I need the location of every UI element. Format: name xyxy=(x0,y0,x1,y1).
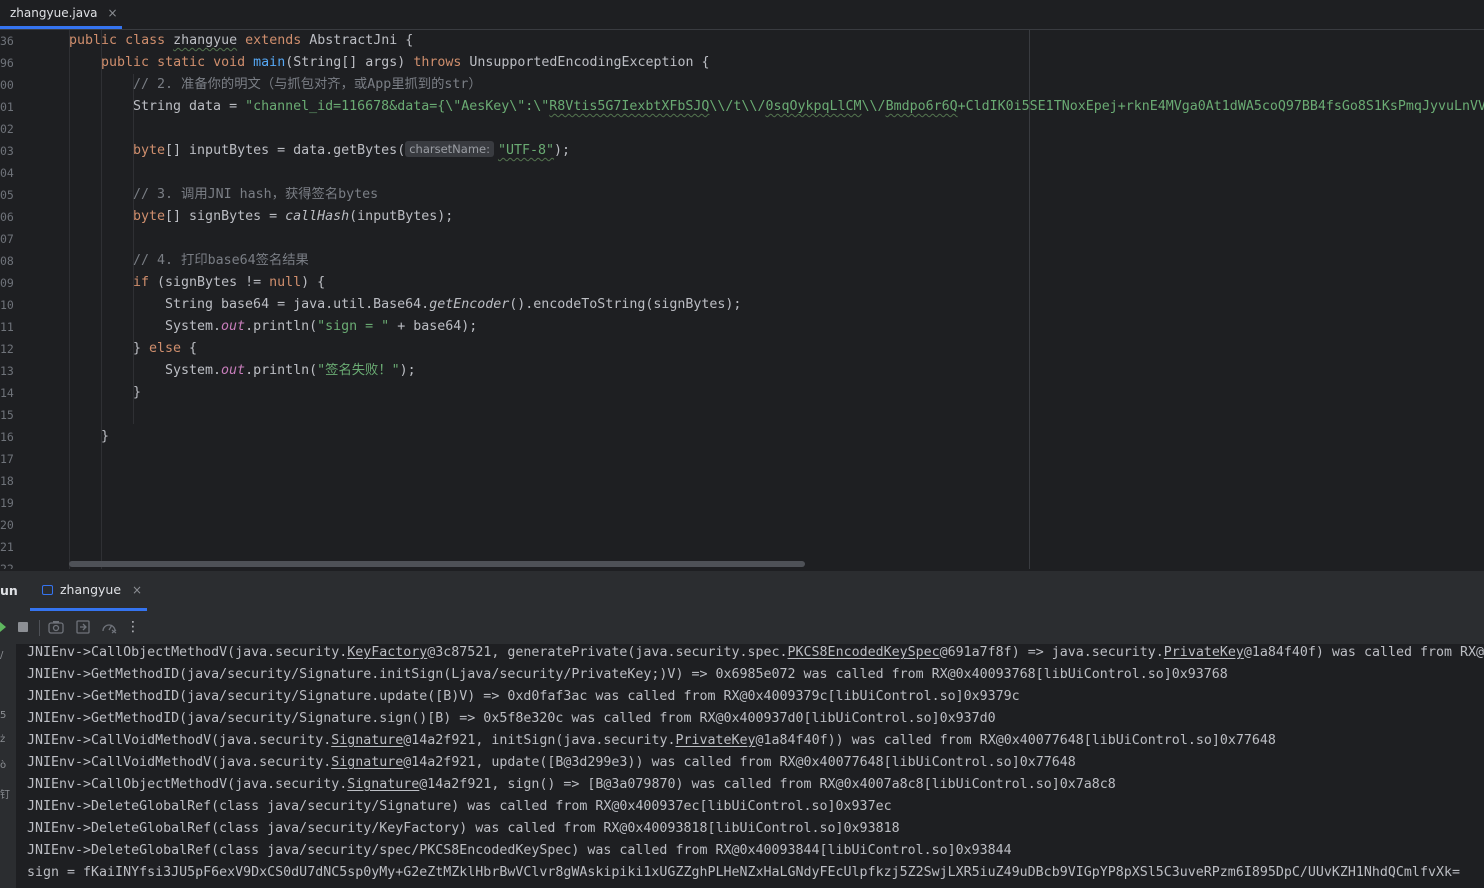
more-options-icon[interactable]: ⋮ xyxy=(126,619,140,635)
line-number: 01 xyxy=(0,100,14,114)
line-number: 21 xyxy=(0,540,14,554)
line-number: 04 xyxy=(0,166,14,180)
console-line: JNIEnv->DeleteGlobalRef(class java/secur… xyxy=(27,843,1012,858)
sidebar-mark[interactable]: 5 xyxy=(0,710,6,721)
right-margin-guide xyxy=(1029,30,1030,569)
line-number: 08 xyxy=(0,254,14,268)
code-line: String base64 = java.util.Base64.getEnco… xyxy=(165,297,742,312)
code-line: byte[] signBytes = callHash(inputBytes); xyxy=(133,209,454,224)
gauge-icon[interactable] xyxy=(101,619,117,635)
line-number: 36 xyxy=(0,34,14,48)
parameter-hint: charsetName: xyxy=(405,141,494,157)
indent-guide xyxy=(133,74,134,424)
editor-tab-label: zhangyue.java xyxy=(10,6,98,20)
run-tab-zhangyue[interactable]: zhangyue × xyxy=(30,571,147,611)
run-toolbar: ⋮ xyxy=(0,611,1484,644)
line-number: 05 xyxy=(0,188,14,202)
close-icon[interactable]: × xyxy=(132,583,142,597)
horizontal-scrollbar[interactable] xyxy=(69,561,805,567)
console-line: JNIEnv->DeleteGlobalRef(class java/secur… xyxy=(27,821,900,836)
line-number: 00 xyxy=(0,78,14,92)
line-number: 10 xyxy=(0,298,14,312)
code-line: public static void main(String[] args) t… xyxy=(101,55,710,70)
console-line: JNIEnv->DeleteGlobalRef(class java/secur… xyxy=(27,799,892,814)
run-window-title: un xyxy=(0,583,18,598)
run-config-icon xyxy=(42,584,53,595)
console-text-area[interactable]: JNIEnv->CallObjectMethodV(java.security.… xyxy=(16,644,1484,888)
editor-tab-zhangyue-java[interactable]: zhangyue.java × xyxy=(0,0,122,29)
line-number: 02 xyxy=(0,122,14,136)
sidebar-mark[interactable]: ò xyxy=(0,760,6,771)
console-line: JNIEnv->GetMethodID(java/security/Signat… xyxy=(27,689,1020,704)
console-line: JNIEnv->CallObjectMethodV(java.security.… xyxy=(27,777,1116,792)
code-line: } xyxy=(101,429,110,444)
sidebar-mark[interactable]: / xyxy=(0,650,3,661)
console-line: JNIEnv->CallVoidMethodV(java.security.Si… xyxy=(27,733,1276,748)
code-area[interactable]: public class zhangyue extends AbstractJn… xyxy=(69,30,1484,569)
line-number: 17 xyxy=(0,452,14,466)
code-line: System.out.println("签名失败！"); xyxy=(165,363,416,378)
sidebar-mark[interactable]: 钉 xyxy=(0,786,10,801)
class-name: zhangyue xyxy=(173,33,238,48)
console-sidebar: / 5 ż ò 钉 xyxy=(0,644,16,888)
line-number: 20 xyxy=(0,518,14,532)
line-number: 06 xyxy=(0,210,14,224)
code-line: byte[] inputBytes = data.getBytes(charse… xyxy=(133,141,571,158)
console-line: JNIEnv->GetMethodID(java/security/Signat… xyxy=(27,667,1228,682)
line-number: 96 xyxy=(0,56,14,70)
line-number: 19 xyxy=(0,496,14,510)
editor-tab-bar: zhangyue.java × xyxy=(0,0,1484,30)
line-number: 12 xyxy=(0,342,14,356)
code-comment: // 3. 调用JNI hash，获得签名bytes xyxy=(133,187,379,202)
sidebar-mark[interactable]: ż xyxy=(0,734,5,745)
export-icon[interactable] xyxy=(76,619,90,635)
toolbar-divider xyxy=(39,620,40,636)
line-number: 18 xyxy=(0,474,14,488)
line-number: 03 xyxy=(0,144,14,158)
line-number: 22 xyxy=(0,562,14,569)
console-line: JNIEnv->CallObjectMethodV(java.security.… xyxy=(27,645,1484,660)
line-number: 16 xyxy=(0,430,14,444)
line-number: 14 xyxy=(0,386,14,400)
code-comment: // 2. 准备你的明文（与抓包对齐，或App里抓到的str） xyxy=(133,77,482,92)
indent-guide xyxy=(69,30,70,569)
close-icon[interactable]: × xyxy=(108,6,118,20)
code-line: String data = "channel_id=116678&data={\… xyxy=(133,99,1484,114)
code-line: if (signBytes != null) { xyxy=(133,275,326,290)
line-number: 13 xyxy=(0,364,14,378)
console-sign-output: sign = fKaiINYfsi3JU5pF6exV9DxCS0dU7dNC5… xyxy=(27,865,1460,880)
line-number-gutter: 36 96 00 01 02 03 04 05 06 07 08 09 10 1… xyxy=(0,30,20,569)
console-output: / 5 ż ò 钉 JNIEnv->CallObjectMethodV(java… xyxy=(0,644,1484,888)
console-line: JNIEnv->GetMethodID(java/security/Signat… xyxy=(27,711,996,726)
code-line: public class zhangyue extends AbstractJn… xyxy=(69,33,414,48)
code-editor[interactable]: 36 96 00 01 02 03 04 05 06 07 08 09 10 1… xyxy=(0,30,1484,569)
code-line: } xyxy=(133,385,142,400)
rerun-icon[interactable] xyxy=(0,619,6,635)
line-number: 07 xyxy=(0,232,14,246)
line-number: 15 xyxy=(0,408,14,422)
console-line: JNIEnv->CallVoidMethodV(java.security.Si… xyxy=(27,755,1076,770)
line-number: 11 xyxy=(0,320,14,334)
stop-icon[interactable] xyxy=(16,619,30,635)
run-tab-label: zhangyue xyxy=(60,582,122,597)
code-line: } else { xyxy=(133,341,198,356)
code-line: System.out.println("sign = " + base64); xyxy=(165,319,478,334)
indent-guide xyxy=(101,30,102,569)
run-tool-window-header: un zhangyue × xyxy=(0,570,1484,612)
line-number: 09 xyxy=(0,276,14,290)
code-comment: // 4. 打印base64签名结果 xyxy=(133,253,309,268)
camera-icon[interactable] xyxy=(48,619,64,635)
